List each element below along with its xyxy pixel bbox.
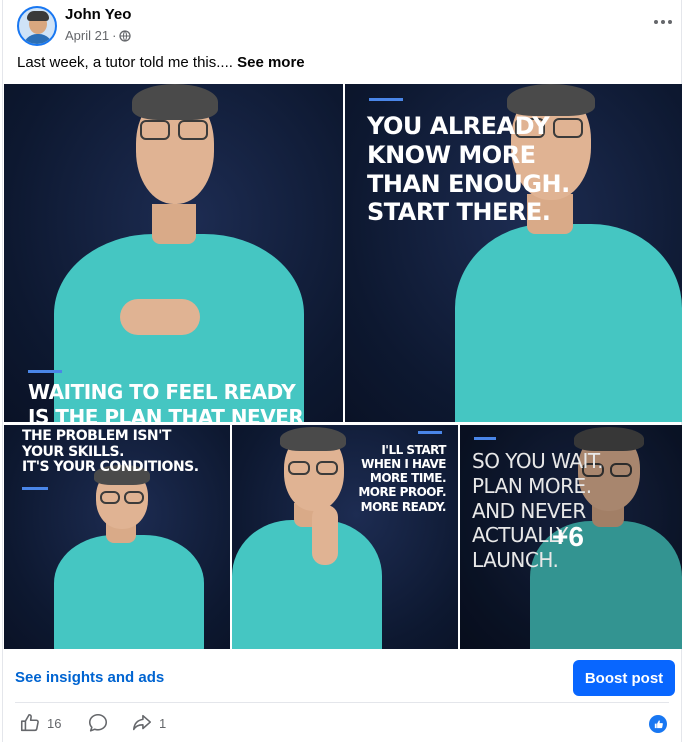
photo-2[interactable]: YOU ALREADY KNOW MORE THAN ENOUGH. START… <box>345 84 682 422</box>
meta-separator: · <box>112 28 117 43</box>
post-date[interactable]: April 21 <box>65 28 109 43</box>
post-card: John Yeo April 21 · Last week, a tutor t… <box>2 0 682 742</box>
photo-5[interactable]: SO YOU WAIT. PLAN MORE. AND NEVER ACTUAL… <box>460 425 682 649</box>
accent-bar <box>369 98 403 101</box>
accent-bar <box>474 437 496 440</box>
accent-bar <box>28 370 62 373</box>
comment-bubble-icon <box>88 713 108 732</box>
see-insights-link[interactable]: See insights and ads <box>15 669 164 686</box>
photo-1[interactable]: WAITING TO FEEL READY IS THE PLAN THAT N… <box>4 84 343 422</box>
post-caption: Last week, a tutor told me this.... See … <box>17 54 305 71</box>
share-button[interactable]: 1 <box>131 712 166 734</box>
globe-icon[interactable] <box>119 29 132 42</box>
share-count: 1 <box>159 715 167 731</box>
photo-3[interactable]: THE PROBLEM ISN'T YOUR SKILLS. IT'S YOUR… <box>4 425 230 649</box>
photo-5-text: SO YOU WAIT. PLAN MORE. AND NEVER ACTUAL… <box>472 449 604 573</box>
share-arrow-icon <box>132 714 152 731</box>
photo-2-text: YOU ALREADY KNOW MORE THAN ENOUGH. START… <box>367 112 570 227</box>
more-photos-count[interactable]: +6 <box>552 521 584 553</box>
comment-button[interactable] <box>87 712 109 734</box>
accent-bar <box>418 431 442 434</box>
post-actions: 16 1 <box>3 706 681 742</box>
post-footer: See insights and ads Boost post <box>3 654 681 702</box>
boost-post-button[interactable]: Boost post <box>573 660 675 696</box>
photo-3-text: THE PROBLEM ISN'T YOUR SKILLS. IT'S YOUR… <box>22 428 199 476</box>
see-more-link[interactable]: See more <box>237 54 305 71</box>
post-meta: April 21 · <box>65 28 132 43</box>
accent-bar <box>22 487 48 490</box>
more-dots-icon[interactable] <box>651 12 675 32</box>
photo-1-text: WAITING TO FEEL READY IS THE PLAN THAT N… <box>28 380 304 423</box>
divider <box>15 702 669 703</box>
photo-4-text: I'LL START WHEN I HAVE MORE TIME. MORE P… <box>358 443 446 514</box>
like-count: 16 <box>47 715 62 731</box>
caption-text: Last week, a tutor told me this.... <box>17 54 233 71</box>
photo-4[interactable]: I'LL START WHEN I HAVE MORE TIME. MORE P… <box>232 425 458 649</box>
avatar[interactable] <box>17 6 57 46</box>
like-reaction-icon[interactable] <box>649 715 667 733</box>
author-name[interactable]: John Yeo <box>65 6 131 23</box>
thumbs-up-icon <box>20 713 39 732</box>
like-button[interactable]: 16 <box>19 712 61 734</box>
post-header: John Yeo April 21 · <box>17 4 677 46</box>
